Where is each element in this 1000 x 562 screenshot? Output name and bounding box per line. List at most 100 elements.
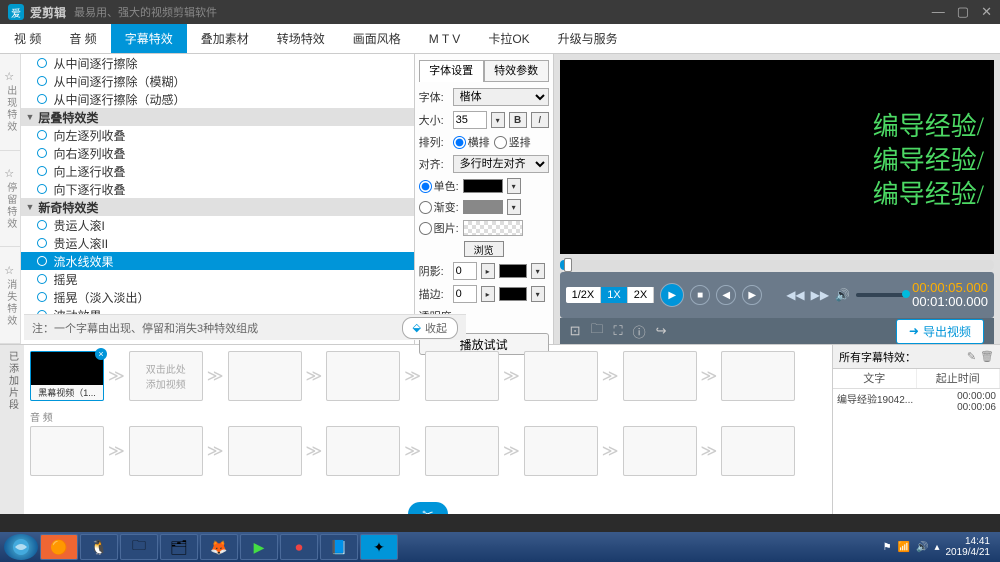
gradient-swatch[interactable] bbox=[463, 200, 503, 214]
fx-item[interactable]: 从中间逐行擦除（动感） bbox=[21, 90, 413, 108]
close-icon[interactable]: ✕ bbox=[981, 4, 992, 20]
speed-1x[interactable]: 1X bbox=[601, 287, 627, 303]
cut-button[interactable]: ✂ bbox=[408, 502, 448, 514]
minimize-icon[interactable]: — bbox=[932, 4, 945, 20]
color-image-radio[interactable] bbox=[419, 222, 432, 235]
tab-audio[interactable]: 音 频 bbox=[55, 24, 110, 53]
rewind-icon[interactable]: ◀◀ bbox=[786, 288, 804, 302]
color-swatch[interactable] bbox=[463, 179, 503, 193]
arrange-v[interactable] bbox=[494, 136, 507, 149]
speed-2x[interactable]: 2X bbox=[628, 287, 654, 303]
tray-network-icon[interactable]: 📶 bbox=[898, 542, 910, 553]
tray-flag-icon[interactable]: ⚑ bbox=[883, 542, 892, 553]
audio-slot[interactable] bbox=[623, 426, 697, 476]
arrange-h[interactable] bbox=[453, 136, 466, 149]
taskbar-icon[interactable]: 🗂 bbox=[160, 534, 198, 560]
taskbar-icon[interactable]: 🦊 bbox=[200, 534, 238, 560]
vtab-appear[interactable]: ☆出现特效 bbox=[0, 54, 20, 151]
fx-item[interactable]: 从中间逐行擦除 bbox=[21, 54, 413, 72]
fx-item[interactable]: 贵运人滚I bbox=[21, 216, 413, 234]
fx-item[interactable]: 弹闪效果 bbox=[21, 342, 413, 344]
fx-item[interactable]: 摇晃（淡入淡出） bbox=[21, 288, 413, 306]
audio-slot[interactable] bbox=[425, 426, 499, 476]
fx-item[interactable]: 向右逐列收叠 bbox=[21, 144, 413, 162]
stop-button[interactable]: ■ bbox=[690, 285, 710, 305]
italic-button[interactable]: I bbox=[531, 112, 549, 128]
browse-button[interactable]: 浏览 bbox=[464, 241, 504, 257]
fx-item[interactable]: 向上逐行收叠 bbox=[21, 162, 413, 180]
clip-slot[interactable] bbox=[721, 351, 795, 401]
tab-style[interactable]: 画面风格 bbox=[339, 24, 415, 53]
color-solid-radio[interactable] bbox=[419, 180, 432, 193]
play-button[interactable]: ▶ bbox=[660, 283, 684, 307]
stroke-input[interactable] bbox=[453, 285, 477, 303]
fx-item[interactable]: 贵运人滚II bbox=[21, 234, 413, 252]
clip-remove-icon[interactable]: × bbox=[95, 348, 107, 360]
clip-slot[interactable] bbox=[228, 351, 302, 401]
subtitle-list-item[interactable]: 编导经验19042... 00:00:0000:00:06 bbox=[833, 389, 1000, 415]
share-icon[interactable]: ↪ bbox=[656, 323, 667, 339]
collapse-button[interactable]: ⬙收起 bbox=[402, 317, 458, 339]
fx-item[interactable]: 向左逐列收叠 bbox=[21, 126, 413, 144]
clip-thumbnail[interactable]: × 黑幕视频（1... bbox=[30, 351, 104, 401]
font-select[interactable]: 楷体 bbox=[453, 88, 549, 106]
vtab-disappear[interactable]: ☆消失特效 bbox=[0, 247, 20, 344]
fx-item-selected[interactable]: 流水线效果 bbox=[21, 252, 413, 270]
taskbar-icon[interactable]: 🟠 bbox=[40, 534, 78, 560]
tray-more-icon[interactable]: ▴ bbox=[934, 542, 939, 553]
size-input[interactable] bbox=[453, 111, 487, 129]
tab-upgrade[interactable]: 升级与服务 bbox=[544, 24, 632, 53]
delete-icon[interactable]: 🗑 bbox=[980, 350, 994, 363]
taskbar-icon[interactable]: 🗀 bbox=[120, 534, 158, 560]
clip-slot[interactable] bbox=[623, 351, 697, 401]
color-gradient-radio[interactable] bbox=[419, 201, 432, 214]
color-drop[interactable]: ▾ bbox=[507, 178, 521, 194]
taskbar-icon[interactable]: ✦ bbox=[360, 534, 398, 560]
bold-button[interactable]: B bbox=[509, 112, 527, 128]
audio-slot[interactable] bbox=[30, 426, 104, 476]
export-button[interactable]: ➜导出视频 bbox=[896, 319, 984, 344]
shadow-input[interactable] bbox=[453, 262, 477, 280]
fx-item[interactable]: 从中间逐行擦除（模糊） bbox=[21, 72, 413, 90]
prop-tab-font[interactable]: 字体设置 bbox=[419, 60, 484, 82]
clip-slot[interactable] bbox=[326, 351, 400, 401]
audio-slot[interactable] bbox=[721, 426, 795, 476]
maximize-icon[interactable]: ▢ bbox=[957, 4, 969, 20]
audio-slot[interactable] bbox=[129, 426, 203, 476]
fx-item[interactable]: 摇晃 bbox=[21, 270, 413, 288]
fullscreen-icon[interactable]: ⛶ bbox=[614, 323, 623, 339]
clip-slot[interactable] bbox=[524, 351, 598, 401]
speed-half[interactable]: 1/2X bbox=[566, 287, 602, 303]
next-frame-button[interactable]: ▶ bbox=[742, 285, 762, 305]
seek-bar[interactable] bbox=[560, 260, 994, 270]
tab-subtitle-fx[interactable]: 字幕特效 bbox=[111, 24, 187, 53]
prop-tab-fx[interactable]: 特效参数 bbox=[484, 60, 549, 82]
edit-icon[interactable]: ✎ bbox=[967, 350, 976, 363]
taskbar-icon[interactable]: 📘 bbox=[320, 534, 358, 560]
align-select[interactable]: 多行时左对齐 bbox=[453, 155, 549, 173]
clip-slot[interactable] bbox=[425, 351, 499, 401]
fx-category[interactable]: ▼层叠特效类 bbox=[21, 108, 413, 126]
info-icon[interactable]: ⓘ bbox=[633, 322, 646, 341]
size-spin[interactable]: ▾ bbox=[491, 112, 505, 128]
stroke-color[interactable] bbox=[499, 287, 527, 301]
tab-mtv[interactable]: M T V bbox=[415, 24, 475, 53]
tab-karaoke[interactable]: 卡拉OK bbox=[474, 24, 543, 53]
snapshot-icon[interactable]: ⊡ bbox=[570, 323, 581, 339]
volume-slider[interactable] bbox=[856, 293, 906, 297]
add-clip-slot[interactable]: 双击此处 添加视频 bbox=[129, 351, 203, 401]
taskbar-icon[interactable]: ▶ bbox=[240, 534, 278, 560]
fx-item[interactable]: 向下逐行收叠 bbox=[21, 180, 413, 198]
fx-category[interactable]: ▼新奇特效类 bbox=[21, 198, 413, 216]
volume-icon[interactable]: 🔊 bbox=[835, 288, 850, 302]
tab-overlay[interactable]: 叠加素材 bbox=[187, 24, 263, 53]
tab-transition[interactable]: 转场特效 bbox=[263, 24, 339, 53]
tray-volume-icon[interactable]: 🔊 bbox=[916, 542, 928, 553]
folder-icon[interactable]: 🗀 bbox=[591, 320, 604, 342]
audio-slot[interactable] bbox=[524, 426, 598, 476]
shadow-color[interactable] bbox=[499, 264, 527, 278]
taskbar-clock[interactable]: 14:41 2019/4/21 bbox=[946, 536, 991, 558]
tab-video[interactable]: 视 频 bbox=[0, 24, 55, 53]
audio-slot[interactable] bbox=[326, 426, 400, 476]
vtab-stay[interactable]: ☆停留特效 bbox=[0, 151, 20, 248]
